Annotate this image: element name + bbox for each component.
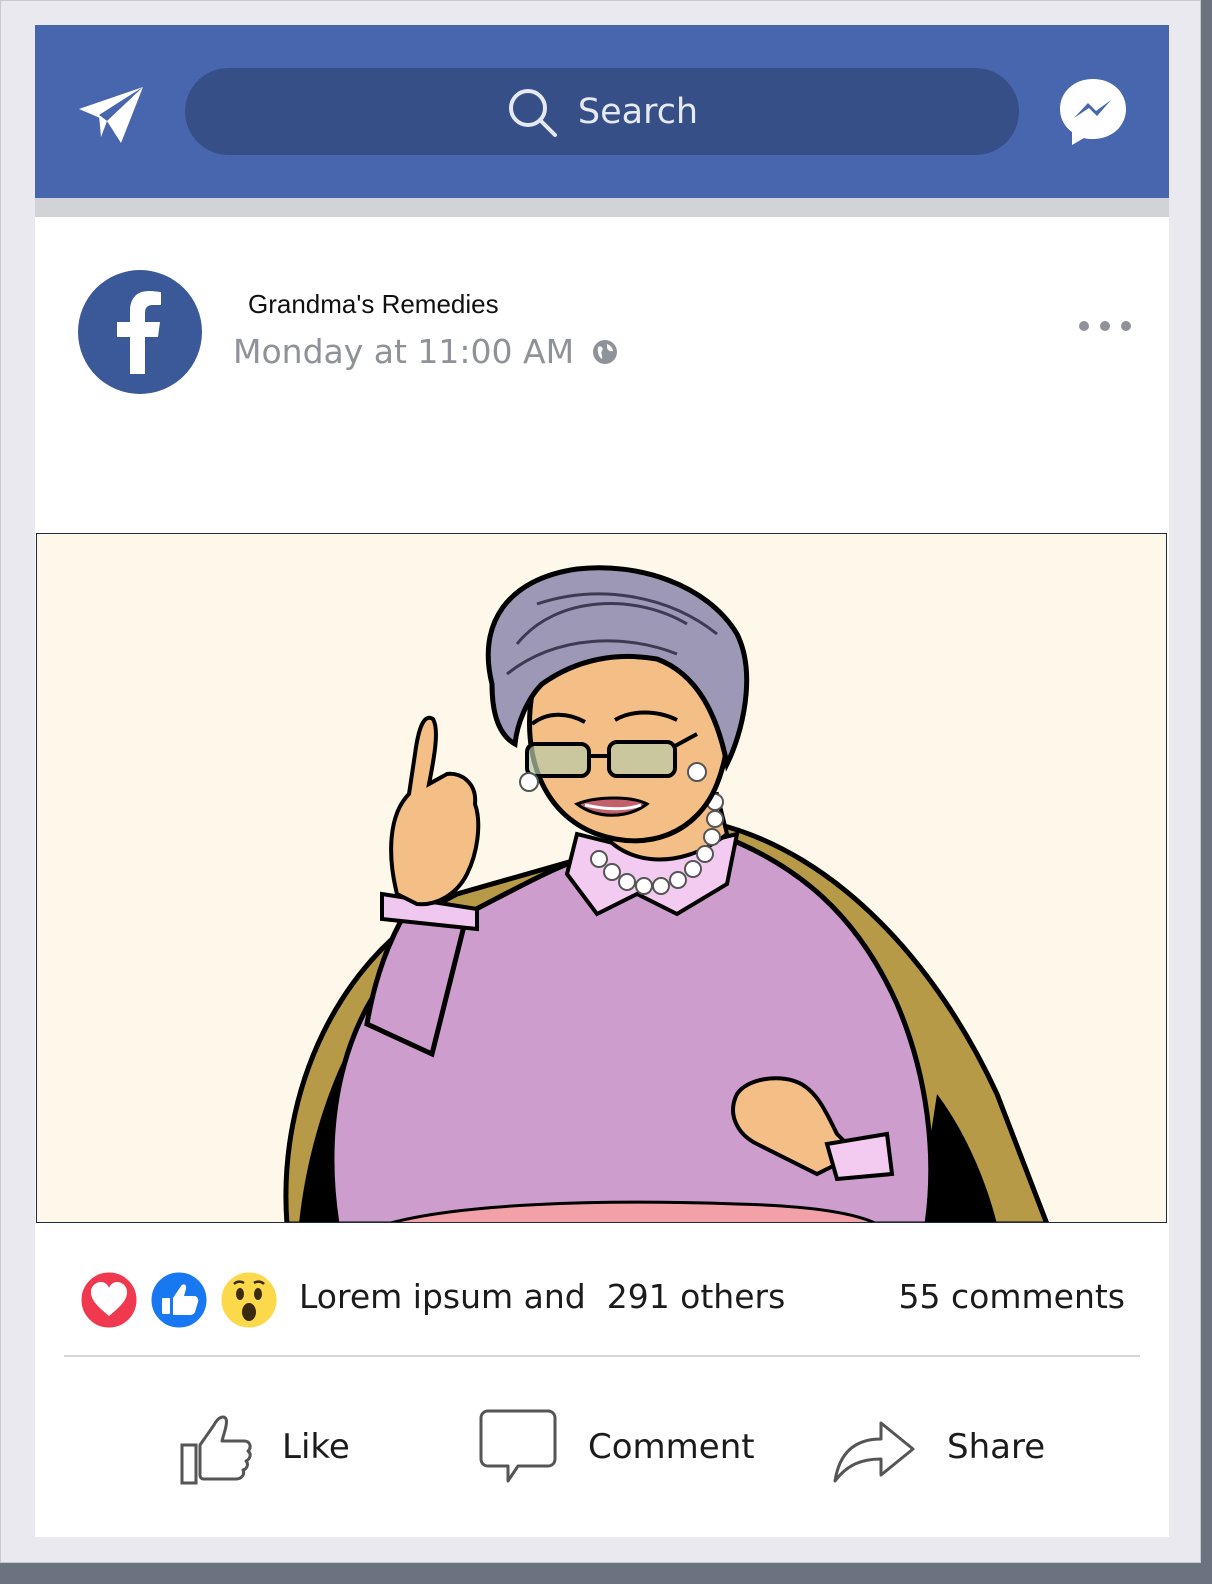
thumbs-up-icon [148,1269,210,1331]
paper-plane-icon[interactable] [77,85,145,147]
share-button[interactable]: Share [831,1397,1045,1497]
wow-face-icon [218,1269,280,1331]
top-bar-divider [35,198,1169,217]
like-label: Like [282,1427,350,1467]
like-thumb-icon [180,1415,252,1485]
search-bar[interactable]: Search [185,68,1019,155]
search-icon [508,88,557,137]
globe-icon [593,339,618,364]
top-bar: Search [35,25,1169,198]
comment-bubble-icon [479,1409,557,1483]
messenger-icon[interactable] [1057,76,1129,148]
comment-label: Comment [588,1427,755,1467]
page-avatar-facebook-icon[interactable] [78,270,202,394]
like-button[interactable]: Like [178,1397,350,1497]
comment-button[interactable]: Comment [478,1397,755,1497]
post-timestamp[interactable]: Monday at 11:00 AM [233,332,618,371]
timestamp-label: Monday at 11:00 AM [233,332,575,371]
post-frame: Search Grandma's Remedies Monday at 11:0… [0,0,1201,1563]
reactions-summary[interactable]: Lorem ipsum and 291 others [299,1277,785,1316]
reaction-icons[interactable] [77,1268,287,1332]
post-card: Search Grandma's Remedies Monday at 11:0… [35,25,1169,1537]
share-arrow-icon [833,1421,915,1483]
comments-count[interactable]: 55 comments [899,1277,1125,1316]
stats-divider [64,1355,1140,1357]
heart-icon [78,1269,140,1331]
post-image[interactable] [36,533,1167,1223]
more-options-icon[interactable] [1077,319,1133,333]
share-label: Share [947,1427,1046,1467]
search-placeholder: Search [577,91,699,132]
page-name[interactable]: Grandma's Remedies [248,289,499,320]
grandma-illustration [283,565,1049,1222]
